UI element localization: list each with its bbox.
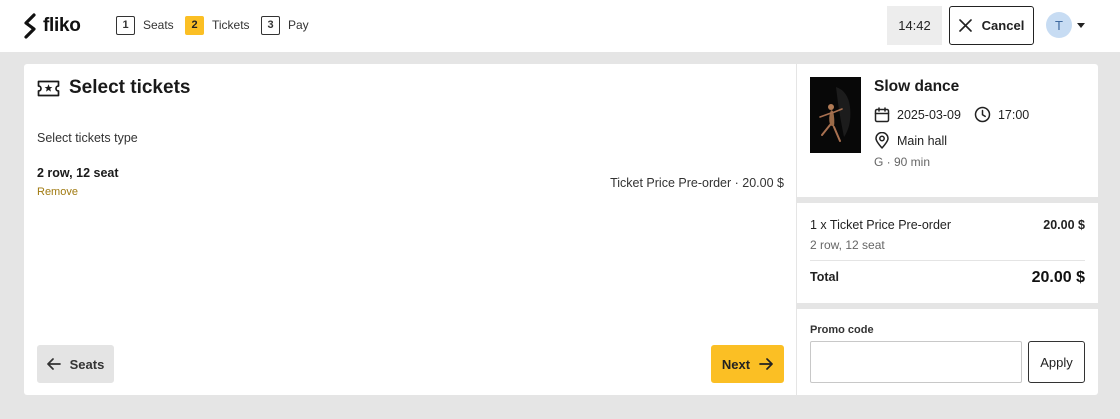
arrow-left-icon (46, 358, 61, 370)
order-summary-panel: 1 x Ticket Price Pre-order 20.00 $ 2 row… (797, 203, 1098, 303)
location-pin-icon (875, 132, 889, 149)
promo-code-panel: Promo code Apply (797, 309, 1098, 395)
step-tickets[interactable]: 2 Tickets (185, 15, 250, 35)
step-number: 2 (185, 15, 204, 35)
summary-seat: 2 row, 12 seat (810, 238, 885, 252)
ticket-type-price[interactable]: Ticket Price Pre-order · 20.00 $ (610, 176, 784, 190)
avatar[interactable]: T (1046, 12, 1072, 38)
page-title-text: Select tickets (69, 77, 191, 98)
back-label: Seats (69, 356, 105, 372)
rating-duration: G · 90 min (874, 155, 931, 169)
clock-icon (974, 106, 991, 123)
cancel-button[interactable]: Cancel (949, 6, 1034, 45)
step-seats[interactable]: 1 Seats (116, 15, 174, 35)
countdown-timer: 14:42 (887, 6, 942, 45)
step-label: Pay (288, 18, 309, 32)
divider (810, 260, 1085, 261)
event-time: 17:00 (997, 107, 1030, 122)
step-pay[interactable]: 3 Pay (261, 15, 309, 35)
calendar-icon (874, 106, 890, 122)
next-button[interactable]: Next (711, 345, 784, 383)
section-subtitle: Select tickets type (37, 131, 138, 145)
promo-code-label: Promo code (810, 324, 874, 336)
back-to-seats-button[interactable]: Seats (37, 345, 114, 383)
top-bar: fliko 1 Seats 2 Tickets 3 Pay 14:42 Canc… (0, 0, 1120, 52)
step-number: 3 (261, 15, 280, 35)
summary-line-label: 1 x Ticket Price Pre-order (810, 218, 952, 232)
ticket-icon (37, 80, 60, 96)
dancer-image (810, 77, 861, 153)
event-date: 2025-03-09 (897, 107, 961, 122)
event-title: Slow dance (874, 78, 960, 95)
cancel-label: Cancel (981, 18, 1025, 33)
total-value: 20.00 $ (1031, 269, 1085, 286)
event-poster (810, 77, 861, 153)
logo-text: fliko (43, 15, 81, 36)
close-icon (958, 19, 972, 32)
remove-link[interactable]: Remove (37, 186, 78, 198)
step-label: Seats (143, 18, 174, 32)
event-info-panel: Slow dance 2025-03-09 17:00 Main hall G … (797, 64, 1098, 197)
next-label: Next (721, 356, 751, 372)
apply-button[interactable]: Apply (1028, 341, 1085, 383)
step-number: 1 (116, 15, 135, 35)
venue-name: Main hall (897, 133, 948, 148)
select-tickets-panel: Select tickets Select tickets type 2 row… (24, 64, 796, 395)
step-label: Tickets (212, 18, 250, 32)
seat-label: 2 row, 12 seat (37, 166, 119, 180)
promo-code-input[interactable] (810, 341, 1022, 383)
fliko-logo-icon (24, 13, 36, 39)
event-venue: Main hall (874, 132, 947, 149)
total-label: Total (810, 270, 839, 284)
event-datetime: 2025-03-09 17:00 (874, 106, 1029, 123)
arrow-right-icon (759, 358, 773, 370)
summary-line-price: 20.00 $ (1043, 218, 1085, 232)
logo[interactable]: fliko (22, 11, 81, 41)
page-title: Select tickets (37, 77, 190, 99)
chevron-down-icon[interactable] (1077, 23, 1085, 28)
